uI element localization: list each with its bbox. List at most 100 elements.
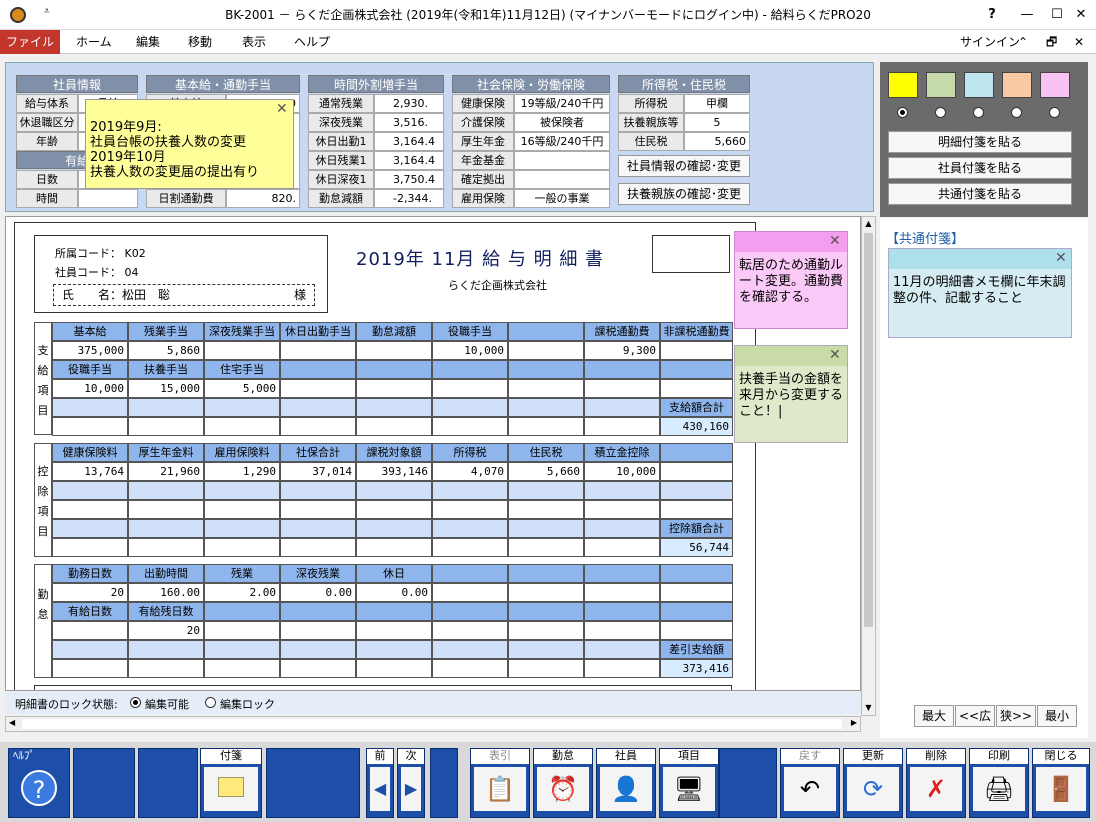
paste-employee-note-button[interactable]: 社員付箋を貼る — [888, 157, 1072, 179]
table-cell[interactable] — [432, 583, 508, 602]
table-cell[interactable]: 4,070 — [432, 462, 508, 481]
editable-radio[interactable] — [130, 697, 141, 708]
color-radio-pink[interactable] — [1049, 107, 1060, 118]
employee-fkey[interactable]: 社員 👤 — [596, 748, 656, 818]
menu-help[interactable]: ヘルプ — [284, 30, 340, 54]
table-cell[interactable]: 15,000 — [128, 379, 204, 398]
table-cell[interactable]: 20 — [52, 583, 128, 602]
help-fkey[interactable]: ﾍﾙﾌﾟ ? — [8, 748, 70, 818]
color-swatch-blue[interactable] — [964, 72, 994, 98]
menu-file[interactable]: ファイル — [0, 30, 60, 54]
table-cell[interactable]: 5,000 — [204, 379, 280, 398]
table-cell[interactable]: 37,014 — [280, 462, 356, 481]
color-swatch-green[interactable] — [926, 72, 956, 98]
table-cell[interactable] — [280, 379, 356, 398]
table-cell[interactable]: 10,000 — [52, 379, 128, 398]
horizontal-scrollbar[interactable]: ◀ ▶ — [5, 716, 861, 732]
blank-fkey[interactable] — [73, 748, 135, 818]
table-cell[interactable]: 5,860 — [128, 341, 204, 360]
paste-slip-note-button[interactable]: 明細付箋を貼る — [888, 131, 1072, 153]
items-fkey[interactable]: 項目 🖥 — [659, 748, 719, 818]
table-cell[interactable]: 160.00 — [128, 583, 204, 602]
table-cell[interactable] — [508, 583, 584, 602]
table-cell[interactable] — [432, 621, 508, 640]
table-cell[interactable]: 9,300 — [584, 341, 660, 360]
table-cell[interactable]: 10,000 — [432, 341, 508, 360]
table-cell[interactable] — [660, 621, 733, 640]
minimize-icon[interactable]: — — [1010, 0, 1044, 30]
common-sticky-note[interactable]: ✕ 11月の明細書メモ欄に年末調整の件、記載すること — [888, 248, 1072, 338]
tag-fkey[interactable]: 付箋 — [200, 748, 262, 818]
delete-fkey[interactable]: 削除 ✗ — [906, 748, 966, 818]
close-doc-icon[interactable]: ✕ — [1064, 30, 1094, 54]
color-swatch-orange[interactable] — [1002, 72, 1032, 98]
table-cell[interactable] — [432, 379, 508, 398]
family-info-button[interactable]: 扶養親族の確認･変更 — [618, 183, 750, 205]
table-cell[interactable]: 10,000 — [584, 462, 660, 481]
color-swatch-yellow[interactable] — [888, 72, 918, 98]
close-note-icon[interactable]: ✕ — [276, 101, 288, 117]
table-cell[interactable] — [584, 379, 660, 398]
blank-fkey[interactable] — [138, 748, 198, 818]
table-cell[interactable] — [660, 341, 733, 360]
table-cell[interactable] — [280, 621, 356, 640]
print-fkey[interactable]: 印刷 🖨 — [969, 748, 1029, 818]
locked-radio[interactable] — [205, 697, 216, 708]
table-cell[interactable]: 21,960 — [128, 462, 204, 481]
zoom-min-button[interactable]: 最小 — [1037, 705, 1077, 727]
table-cell[interactable] — [356, 341, 432, 360]
table-cell[interactable]: 1,290 — [204, 462, 280, 481]
help-button[interactable]: ? — [975, 0, 1009, 30]
lookup-fkey[interactable]: 表引 📋 — [470, 748, 530, 818]
table-cell[interactable]: 375,000 — [52, 341, 128, 360]
blank-fkey[interactable] — [719, 748, 777, 818]
next-fkey[interactable]: 次 ▶ — [397, 748, 425, 818]
employee-info-button[interactable]: 社員情報の確認･変更 — [618, 155, 750, 177]
table-cell[interactable]: 393,146 — [356, 462, 432, 481]
table-cell[interactable] — [508, 621, 584, 640]
color-radio-yellow[interactable] — [897, 107, 908, 118]
table-cell[interactable] — [280, 341, 356, 360]
table-cell[interactable]: 20 — [128, 621, 204, 640]
zoom-narrower-button[interactable]: 狭>> — [996, 705, 1036, 727]
table-cell[interactable]: 5,660 — [508, 462, 584, 481]
close-note-icon[interactable]: ✕ — [1055, 250, 1067, 266]
vertical-scrollbar[interactable]: ▲ ▼ — [861, 216, 876, 716]
close-icon[interactable]: ✕ — [1064, 0, 1096, 30]
table-cell[interactable] — [204, 341, 280, 360]
table-cell[interactable] — [660, 583, 733, 602]
color-radio-blue[interactable] — [973, 107, 984, 118]
close-note-icon[interactable]: ✕ — [829, 347, 841, 363]
table-cell[interactable]: 2.00 — [204, 583, 280, 602]
menu-edit[interactable]: 編集 — [126, 30, 170, 54]
green-sticky-note[interactable]: ✕ 扶養手当の金額を来月から変更すること！| — [734, 345, 848, 443]
attendance-fkey[interactable]: 勤怠 ⏰ — [533, 748, 593, 818]
zoom-wider-button[interactable]: <<広 — [955, 705, 995, 727]
ribbon-collapse-icon[interactable]: ⌃ — [1008, 30, 1038, 54]
paste-common-note-button[interactable]: 共通付箋を貼る — [888, 183, 1072, 205]
employee-sticky-note[interactable]: ✕ 2019年9月: 社員台帳の扶養人数の変更 2019年10月 扶養人数の変更… — [85, 99, 294, 189]
table-cell[interactable] — [508, 379, 584, 398]
menu-view[interactable]: 表示 — [232, 30, 276, 54]
update-fkey[interactable]: 更新 ⟳ — [843, 748, 903, 818]
zoom-max-button[interactable]: 最大 — [914, 705, 954, 727]
color-radio-orange[interactable] — [1011, 107, 1022, 118]
color-swatch-pink[interactable] — [1040, 72, 1070, 98]
undo-fkey[interactable]: 戻す ↶ — [780, 748, 840, 818]
table-cell[interactable] — [508, 341, 584, 360]
blank-fkey[interactable] — [266, 748, 360, 818]
table-cell[interactable] — [660, 379, 733, 398]
table-cell[interactable] — [584, 583, 660, 602]
table-cell[interactable]: 0.00 — [280, 583, 356, 602]
pink-sticky-note[interactable]: ✕ 転居のため通勤ルート変更。通勤費を確認する。 — [734, 231, 848, 329]
table-cell[interactable]: 0.00 — [356, 583, 432, 602]
color-radio-green[interactable] — [935, 107, 946, 118]
table-cell[interactable] — [356, 621, 432, 640]
table-cell[interactable] — [660, 462, 733, 481]
blank-fkey[interactable] — [430, 748, 458, 818]
restore-icon[interactable]: 🗗 — [1036, 30, 1067, 54]
table-cell[interactable]: 13,764 — [52, 462, 128, 481]
prev-fkey[interactable]: 前 ◀ — [366, 748, 394, 818]
menu-move[interactable]: 移動 — [178, 30, 222, 54]
close-note-icon[interactable]: ✕ — [829, 233, 841, 249]
